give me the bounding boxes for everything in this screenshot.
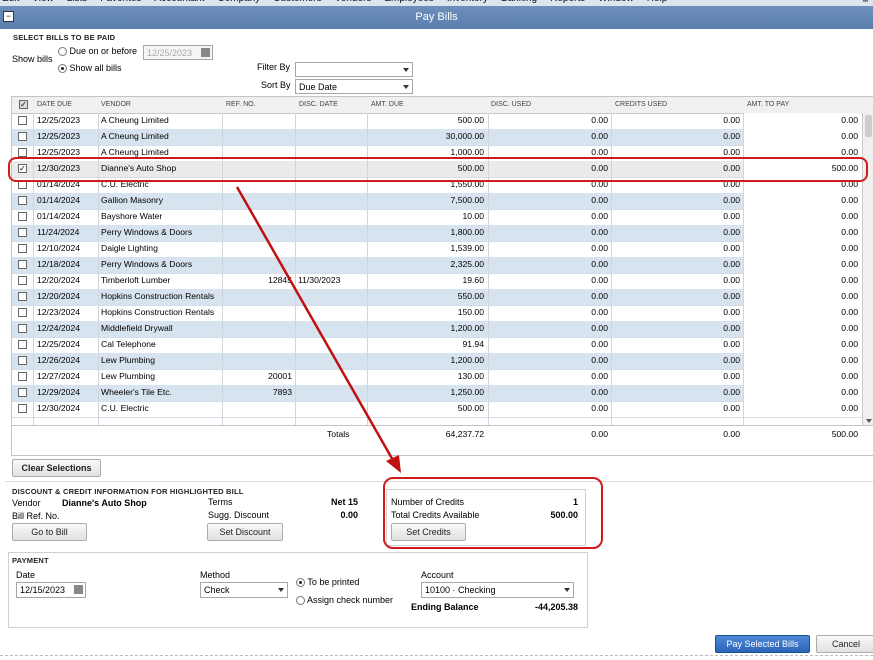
annotation-arrowhead	[386, 455, 401, 473]
selected-row-highlight-annotation	[8, 157, 868, 182]
annotation-arrow-line	[235, 186, 396, 463]
annotation-layer	[8, 157, 868, 473]
